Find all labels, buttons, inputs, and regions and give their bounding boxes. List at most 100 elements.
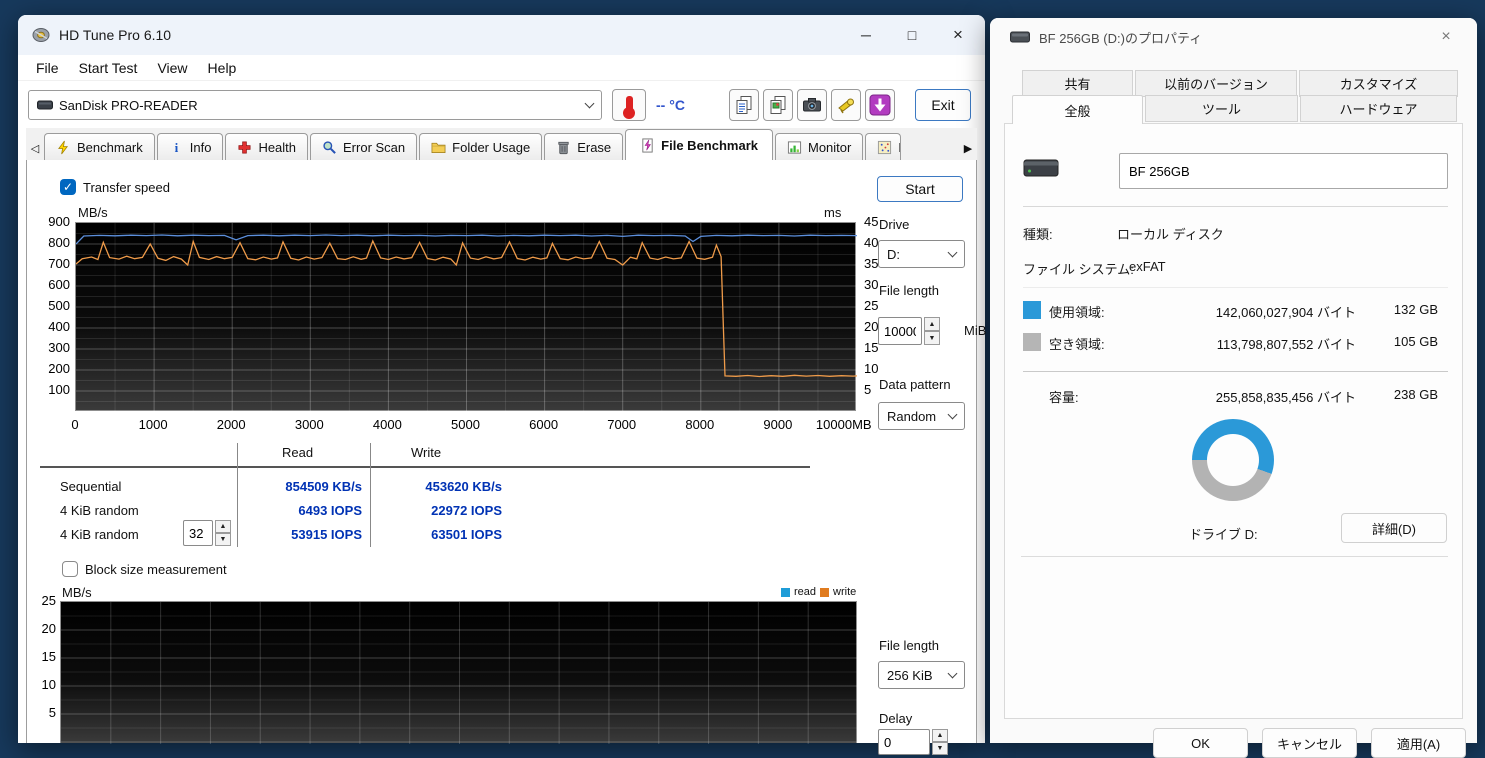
menu-view[interactable]: View bbox=[147, 60, 197, 76]
tab-file-benchmark[interactable]: File Benchmark bbox=[625, 129, 773, 160]
volume-name-input[interactable] bbox=[1119, 153, 1448, 189]
spin-up-icon[interactable]: ▲ bbox=[215, 520, 231, 533]
block-size-checkbox[interactable]: Block size measurement bbox=[62, 561, 227, 577]
horn-icon[interactable] bbox=[831, 89, 861, 121]
chart1-xtick: 2000 bbox=[216, 417, 246, 432]
file-length-spinner[interactable]: ▲▼ bbox=[878, 317, 940, 345]
props-tab-0[interactable]: 共有 bbox=[1022, 70, 1133, 97]
close-button[interactable]: × bbox=[935, 19, 981, 51]
props-titlebar[interactable]: BF 256GB (D:)のプロパティ × bbox=[990, 18, 1477, 56]
tab-monitor[interactable]: Monitor bbox=[775, 133, 864, 160]
spin-down-icon[interactable]: ▼ bbox=[924, 331, 940, 345]
tab-label: R.. bbox=[898, 140, 900, 155]
transfer-speed-checkbox[interactable]: ✓ Transfer speed bbox=[60, 179, 170, 195]
spin-down-icon[interactable]: ▼ bbox=[215, 533, 231, 546]
chevron-down-icon bbox=[947, 668, 958, 679]
hdtune-window: HD Tune Pro 6.10 ─ □ × File Start Test V… bbox=[18, 15, 986, 755]
queue-depth-input[interactable] bbox=[183, 520, 213, 546]
props-title: BF 256GB (D:)のプロパティ bbox=[1039, 30, 1203, 46]
apply-button[interactable]: 適用(A) bbox=[1371, 728, 1466, 758]
chart1-ytick-right: 25 bbox=[864, 298, 879, 313]
free-space-label: 空き領域: bbox=[1049, 337, 1105, 352]
type-label: 種類: bbox=[1023, 227, 1053, 242]
close-button[interactable]: × bbox=[1423, 21, 1469, 53]
temperature-button[interactable] bbox=[612, 89, 646, 121]
tab-error-scan[interactable]: Error Scan bbox=[310, 133, 418, 160]
tab-health[interactable]: Health bbox=[225, 133, 309, 160]
delay-spinner[interactable]: ▲▼ bbox=[878, 729, 948, 755]
erase-icon bbox=[556, 140, 571, 155]
chevron-down-icon bbox=[947, 409, 958, 420]
chart1-ytick-right: 35 bbox=[864, 256, 879, 271]
props-tab-2[interactable]: ハードウェア bbox=[1300, 95, 1457, 122]
spin-up-icon[interactable]: ▲ bbox=[924, 317, 940, 331]
download-icon[interactable] bbox=[865, 89, 895, 121]
camera-icon[interactable] bbox=[797, 89, 827, 121]
chart1-ytick-right: 20 bbox=[864, 319, 879, 334]
minimize-button[interactable]: ─ bbox=[843, 19, 889, 51]
data-pattern-label: Data pattern bbox=[879, 377, 951, 392]
folder-usage-icon bbox=[431, 140, 446, 155]
cancel-button[interactable]: キャンセル bbox=[1262, 728, 1357, 758]
drive-letter-label: ドライブ D: bbox=[1189, 527, 1258, 542]
exit-button[interactable]: Exit bbox=[915, 89, 971, 121]
props-tab-2[interactable]: カスタマイズ bbox=[1299, 70, 1458, 97]
drive-select-value: SanDisk PRO-READER bbox=[59, 97, 198, 113]
menu-file[interactable]: File bbox=[26, 60, 69, 76]
ok-button[interactable]: OK bbox=[1153, 728, 1248, 758]
copy-image-icon[interactable] bbox=[763, 89, 793, 121]
write-legend-label: write bbox=[833, 586, 857, 598]
chart1-xtick: 10000MB bbox=[815, 417, 872, 432]
tab-scroll-left[interactable]: ◁ bbox=[26, 136, 44, 160]
chart1-xtick: 3000 bbox=[294, 417, 324, 432]
drive-select[interactable]: SanDisk PRO-READER bbox=[28, 90, 602, 120]
tab-erase[interactable]: Erase bbox=[544, 133, 624, 160]
used-space-label: 使用領域: bbox=[1049, 305, 1105, 320]
hdtune-titlebar[interactable]: HD Tune Pro 6.10 ─ □ × bbox=[18, 15, 985, 55]
random-q32-write: 63501 IOPS bbox=[431, 527, 502, 542]
random-access-icon bbox=[877, 140, 892, 155]
transfer-speed-chart bbox=[75, 222, 857, 412]
checkbox-checked-icon: ✓ bbox=[60, 179, 76, 195]
spin-down-icon[interactable]: ▼ bbox=[932, 742, 948, 755]
maximize-button[interactable]: □ bbox=[889, 19, 935, 51]
properties-dialog: BF 256GB (D:)のプロパティ × 共有 以前のバージョン カスタマイズ 全… bbox=[990, 18, 1477, 758]
menu-start-test[interactable]: Start Test bbox=[69, 60, 148, 76]
drive-dropdown[interactable]: D: bbox=[878, 240, 965, 268]
props-tab-1[interactable]: 以前のバージョン bbox=[1135, 70, 1297, 97]
col-read: Read bbox=[282, 445, 314, 460]
tab-info[interactable]: i Info bbox=[156, 133, 224, 160]
menu-help[interactable]: Help bbox=[198, 60, 247, 76]
file-length-input[interactable] bbox=[878, 317, 922, 345]
start-button[interactable]: Start bbox=[877, 176, 963, 202]
sequential-read: 854509 KB/s bbox=[285, 479, 362, 494]
capacity-label: 容量: bbox=[1049, 390, 1079, 405]
tab-folder-usage[interactable]: Folder Usage bbox=[419, 133, 543, 160]
data-pattern-dropdown[interactable]: Random bbox=[878, 402, 965, 430]
props-tab-1[interactable]: ツール bbox=[1145, 95, 1298, 122]
details-button[interactable]: 詳細(D) bbox=[1341, 513, 1447, 543]
file-length-label: File length bbox=[879, 283, 939, 298]
chart1-yright-unit: ms bbox=[824, 205, 842, 220]
queue-depth-spinner[interactable]: ▲▼ bbox=[183, 520, 231, 546]
chart1-xtick: 4000 bbox=[372, 417, 402, 432]
random-read: 6493 IOPS bbox=[298, 503, 362, 518]
tab-r-[interactable]: R.. bbox=[865, 133, 902, 160]
props-tab-0[interactable]: 全般 bbox=[1012, 95, 1143, 124]
capacity-size: 238 GB bbox=[1393, 387, 1438, 402]
filesystem-value: exFAT bbox=[1129, 259, 1166, 274]
chart2-ytick: 10 bbox=[41, 677, 56, 692]
chart1-xtick: 1000 bbox=[138, 417, 168, 432]
copy-text-icon[interactable] bbox=[729, 89, 759, 121]
delay-input[interactable] bbox=[878, 729, 930, 755]
tab-benchmark[interactable]: Benchmark bbox=[44, 133, 155, 160]
chart1-ytick-right: 40 bbox=[864, 235, 879, 250]
write-legend-swatch bbox=[820, 587, 830, 597]
spin-up-icon[interactable]: ▲ bbox=[932, 729, 948, 742]
sequential-write: 453620 KB/s bbox=[425, 479, 502, 494]
info-icon: i bbox=[169, 140, 184, 155]
free-space-size: 105 GB bbox=[1393, 334, 1438, 349]
file-length2-dropdown[interactable]: 256 KiB bbox=[878, 661, 965, 689]
tab-scroll-right[interactable]: ▶ bbox=[959, 136, 977, 160]
chart1-ytick-left: 700 bbox=[48, 256, 70, 271]
